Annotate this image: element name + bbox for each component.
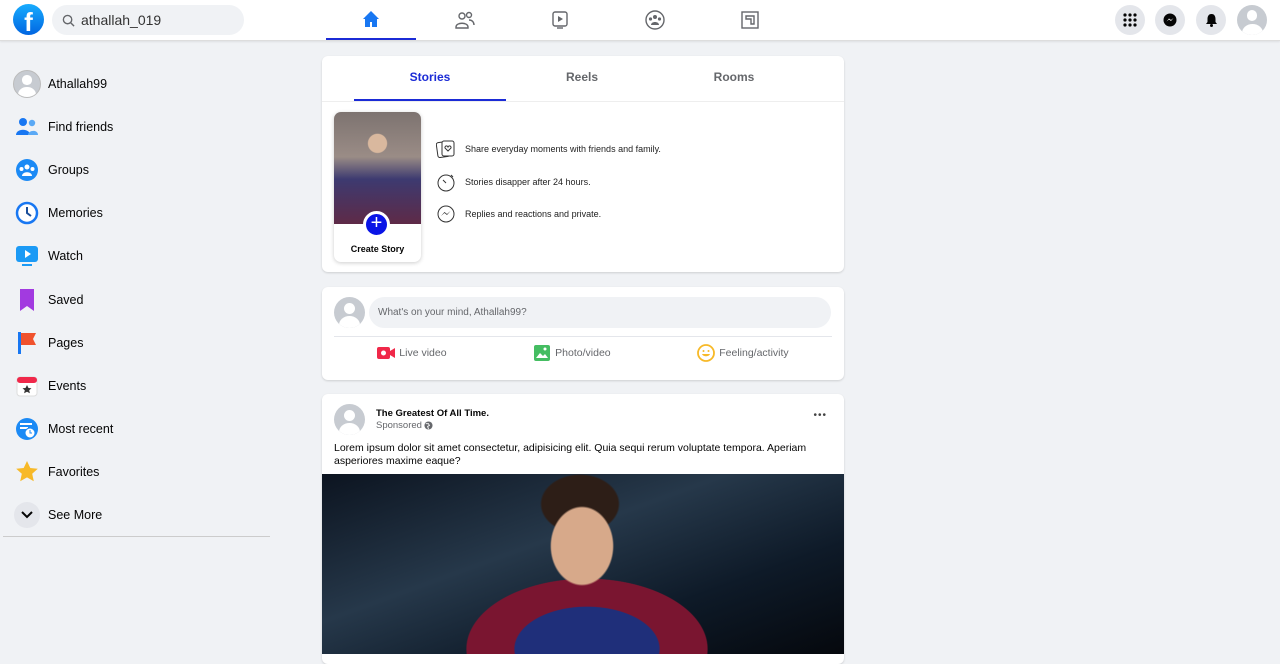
- chevron-down-icon: [14, 502, 40, 529]
- tab-rooms[interactable]: Rooms: [658, 56, 810, 101]
- menu-button[interactable]: [1115, 5, 1145, 35]
- post-meta: Sponsored: [376, 420, 433, 431]
- groups-icon: [16, 158, 38, 181]
- watch-icon: [16, 246, 38, 267]
- memories-icon: [15, 201, 39, 225]
- watch-icon: [552, 11, 568, 29]
- cards-heart-icon: [436, 140, 455, 158]
- saved-icon: [20, 288, 34, 311]
- facebook-logo[interactable]: f: [13, 4, 44, 35]
- sidebar-item-saved[interactable]: Saved: [13, 278, 273, 321]
- more-options-button[interactable]: •••: [813, 410, 827, 421]
- favorites-icon: [16, 461, 38, 482]
- post-author-avatar[interactable]: [334, 404, 365, 435]
- tab-stories[interactable]: Stories: [354, 56, 506, 101]
- avatar: [334, 297, 365, 328]
- nav-watch[interactable]: [515, 0, 605, 40]
- photo-icon: [534, 345, 551, 361]
- sidebar-item-favorites[interactable]: Favorites: [13, 451, 273, 494]
- bell-icon: [1205, 14, 1217, 27]
- story-feature: Replies and reactions and private.: [436, 204, 601, 224]
- post-author[interactable]: The Greatest Of All Time.: [376, 408, 489, 419]
- search-input[interactable]: athallah_019: [52, 5, 244, 35]
- friends-icon: [16, 117, 38, 135]
- sidebar-item-memories[interactable]: Memories: [13, 192, 273, 235]
- post-composer-input[interactable]: What's on your mind, Athallah99?: [369, 297, 831, 328]
- stories-card: Stories Reels Rooms + Create Story Share…: [322, 56, 844, 272]
- notifications-button[interactable]: [1196, 5, 1226, 35]
- home-icon: [363, 11, 379, 27]
- messenger-button[interactable]: [1155, 5, 1185, 35]
- sidebar-item-groups[interactable]: Groups: [13, 148, 273, 191]
- post-image[interactable]: [322, 474, 844, 654]
- groups-icon: [645, 10, 665, 30]
- messenger-icon: [437, 205, 455, 223]
- live-video-button[interactable]: Live video: [377, 344, 447, 362]
- sidebar-item-profile[interactable]: Athallah99: [13, 62, 273, 105]
- sidebar-divider: [3, 536, 270, 537]
- timer-icon: [437, 174, 455, 192]
- live-video-icon: [377, 347, 396, 359]
- friends-icon: [455, 11, 475, 29]
- sidebar: Athallah99 Find friends Groups Memories …: [13, 62, 273, 537]
- nav-groups[interactable]: [610, 0, 700, 40]
- post-card: The Greatest Of All Time. Sponsored ••• …: [322, 394, 844, 664]
- globe-icon: [424, 421, 433, 430]
- sidebar-item-pages[interactable]: Pages: [13, 321, 273, 364]
- nav-home[interactable]: [326, 0, 416, 40]
- gaming-icon: [741, 11, 759, 29]
- pages-icon: [18, 331, 36, 354]
- plus-icon: +: [363, 211, 390, 238]
- sidebar-item-watch[interactable]: Watch: [13, 235, 273, 278]
- tab-reels[interactable]: Reels: [506, 56, 658, 101]
- menu-grid-icon: [1123, 13, 1137, 27]
- avatar: [13, 69, 41, 98]
- photo-video-button[interactable]: Photo/video: [533, 344, 611, 362]
- messenger-icon: [1163, 13, 1177, 27]
- story-photo: [334, 112, 421, 224]
- smiley-icon: [697, 344, 716, 362]
- top-bar: f athallah_019: [0, 0, 1280, 41]
- nav-gaming[interactable]: [705, 0, 795, 40]
- sidebar-item-most-recent[interactable]: Most recent: [13, 408, 273, 451]
- see-more-button[interactable]: See More: [13, 494, 273, 537]
- composer-card: What's on your mind, Athallah99? Live vi…: [322, 287, 844, 380]
- events-icon: [16, 376, 38, 397]
- sidebar-item-find-friends[interactable]: Find friends: [13, 105, 273, 148]
- sidebar-item-events[interactable]: Events: [13, 364, 273, 407]
- story-feature: Stories disapper after 24 hours.: [436, 172, 591, 192]
- create-story-button[interactable]: + Create Story: [334, 112, 421, 262]
- profile-avatar[interactable]: [1237, 5, 1267, 35]
- story-feature: Share everyday moments with friends and …: [436, 140, 661, 158]
- most-recent-icon: [16, 418, 38, 441]
- feeling-activity-button[interactable]: Feeling/activity: [697, 344, 789, 362]
- search-icon: [62, 14, 75, 27]
- post-text: Lorem ipsum dolor sit amet consectetur, …: [334, 442, 807, 467]
- nav-friends[interactable]: [420, 0, 510, 40]
